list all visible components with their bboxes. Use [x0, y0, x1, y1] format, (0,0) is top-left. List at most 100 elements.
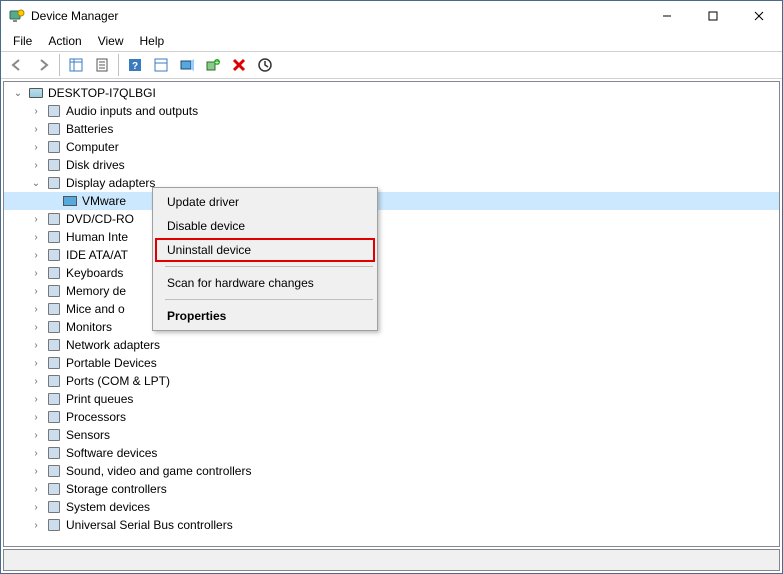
tree-child-item[interactable]: VMware: [4, 192, 779, 210]
expand-icon[interactable]: ›: [28, 391, 44, 407]
scan-hardware-button[interactable]: [175, 53, 199, 77]
tree-item-label: Sound, video and game controllers: [64, 464, 253, 478]
expand-icon[interactable]: ›: [28, 301, 44, 317]
device-category-icon: [46, 355, 62, 371]
device-category-icon: [46, 157, 62, 173]
expand-icon[interactable]: ›: [28, 481, 44, 497]
tree-item-label: Network adapters: [64, 338, 162, 352]
tree-item[interactable]: ›Universal Serial Bus controllers: [4, 516, 779, 534]
menubar: File Action View Help: [1, 31, 782, 51]
device-category-icon: [46, 283, 62, 299]
toolbar: ? +: [1, 51, 782, 79]
tree-item[interactable]: ›Human Inte: [4, 228, 779, 246]
update-driver-button[interactable]: [253, 53, 277, 77]
tree-item[interactable]: › Sound, video and game controllers: [4, 462, 779, 480]
device-category-icon: [46, 175, 62, 191]
menu-file[interactable]: File: [5, 32, 40, 50]
expand-icon[interactable]: ›: [28, 373, 44, 389]
expand-icon[interactable]: ›: [28, 283, 44, 299]
tree-item[interactable]: ›DVD/CD-RO: [4, 210, 779, 228]
menu-view[interactable]: View: [90, 32, 132, 50]
help-button[interactable]: ?: [123, 53, 147, 77]
titlebar: Device Manager: [1, 1, 782, 31]
collapse-icon[interactable]: ⌄: [28, 175, 44, 191]
close-button[interactable]: [736, 1, 782, 31]
tree-item-label: Mice and o: [64, 302, 127, 316]
tree-item[interactable]: ›Batteries: [4, 120, 779, 138]
tree-item-label: Storage controllers: [64, 482, 169, 496]
expand-icon[interactable]: ›: [28, 517, 44, 533]
tree-item[interactable]: › IDE ATA/AT: [4, 246, 779, 264]
ctx-scan-hardware[interactable]: Scan for hardware changes: [155, 271, 375, 295]
expand-icon[interactable]: ›: [28, 157, 44, 173]
menu-help[interactable]: Help: [132, 32, 173, 50]
expand-icon[interactable]: ›: [28, 229, 44, 245]
expand-icon[interactable]: ›: [28, 409, 44, 425]
expand-icon[interactable]: ›: [28, 355, 44, 371]
back-button[interactable]: [5, 53, 29, 77]
uninstall-button[interactable]: [227, 53, 251, 77]
forward-button[interactable]: [31, 53, 55, 77]
expand-icon[interactable]: ›: [28, 319, 44, 335]
tree-item-label: Processors: [64, 410, 128, 424]
device-category-icon: [46, 391, 62, 407]
ctx-properties[interactable]: Properties: [155, 304, 375, 328]
ctx-disable-device[interactable]: Disable device: [155, 214, 375, 238]
tree-item[interactable]: ›Portable Devices: [4, 354, 779, 372]
expand-icon[interactable]: ›: [28, 499, 44, 515]
collapse-icon[interactable]: ⌄: [10, 85, 26, 101]
expand-icon[interactable]: ›: [28, 139, 44, 155]
device-manager-window: Device Manager File Action View Help ? +: [0, 0, 783, 574]
tree-item[interactable]: ›Print queues: [4, 390, 779, 408]
expand-icon[interactable]: ›: [28, 337, 44, 353]
menu-action[interactable]: Action: [40, 32, 89, 50]
maximize-button[interactable]: [690, 1, 736, 31]
show-hide-tree-button[interactable]: [64, 53, 88, 77]
expand-icon[interactable]: ›: [28, 427, 44, 443]
toolbar-separator: [59, 54, 60, 76]
tree-item-label: Display adapters: [64, 176, 157, 190]
expand-icon[interactable]: ›: [28, 445, 44, 461]
tree-item[interactable]: › System devices: [4, 498, 779, 516]
device-category-icon: [46, 427, 62, 443]
tree-item[interactable]: › Mice and o: [4, 300, 779, 318]
tree-item[interactable]: › Ports (COM & LPT): [4, 372, 779, 390]
device-category-icon: [46, 301, 62, 317]
tree-item[interactable]: ›Keyboards: [4, 264, 779, 282]
tree-item-label: System devices: [64, 500, 152, 514]
window-title: Device Manager: [31, 9, 118, 23]
tree-item[interactable]: ›Memory de: [4, 282, 779, 300]
minimize-button[interactable]: [644, 1, 690, 31]
tree-item[interactable]: ›Computer: [4, 138, 779, 156]
tree-item[interactable]: ›Sensors: [4, 426, 779, 444]
tree-item[interactable]: ›Audio inputs and outputs: [4, 102, 779, 120]
tree-item[interactable]: ›Disk drives: [4, 156, 779, 174]
toolbar-icon[interactable]: [149, 53, 173, 77]
properties-button[interactable]: [90, 53, 114, 77]
expand-icon[interactable]: ›: [28, 103, 44, 119]
expand-icon[interactable]: ›: [28, 211, 44, 227]
tree-item[interactable]: › Network adapters: [4, 336, 779, 354]
tree-item[interactable]: › Processors: [4, 408, 779, 426]
client-area: ⌄ DESKTOP-I7QLBGI ›Audio inputs and outp…: [1, 79, 782, 573]
tree-item[interactable]: ›Monitors: [4, 318, 779, 336]
tree-item-label: IDE ATA/AT: [64, 248, 130, 262]
expand-icon[interactable]: ›: [28, 265, 44, 281]
add-legacy-hardware-button[interactable]: +: [201, 53, 225, 77]
tree-item[interactable]: › Software devices: [4, 444, 779, 462]
expand-icon[interactable]: ›: [28, 463, 44, 479]
tree-item-label: Ports (COM & LPT): [64, 374, 172, 388]
toolbar-separator: [118, 54, 119, 76]
device-category-icon: [46, 121, 62, 137]
expand-icon[interactable]: ›: [28, 247, 44, 263]
ctx-update-driver[interactable]: Update driver: [155, 190, 375, 214]
device-tree[interactable]: ⌄ DESKTOP-I7QLBGI ›Audio inputs and outp…: [3, 81, 780, 547]
ctx-uninstall-device[interactable]: Uninstall device: [155, 238, 375, 262]
tree-root[interactable]: ⌄ DESKTOP-I7QLBGI: [4, 84, 779, 102]
app-icon: [9, 8, 25, 24]
tree-item[interactable]: ⌄ Display adapters: [4, 174, 779, 192]
tree-item[interactable]: › Storage controllers: [4, 480, 779, 498]
tree-item-label: Software devices: [64, 446, 159, 460]
device-category-icon: [46, 103, 62, 119]
expand-icon[interactable]: ›: [28, 121, 44, 137]
